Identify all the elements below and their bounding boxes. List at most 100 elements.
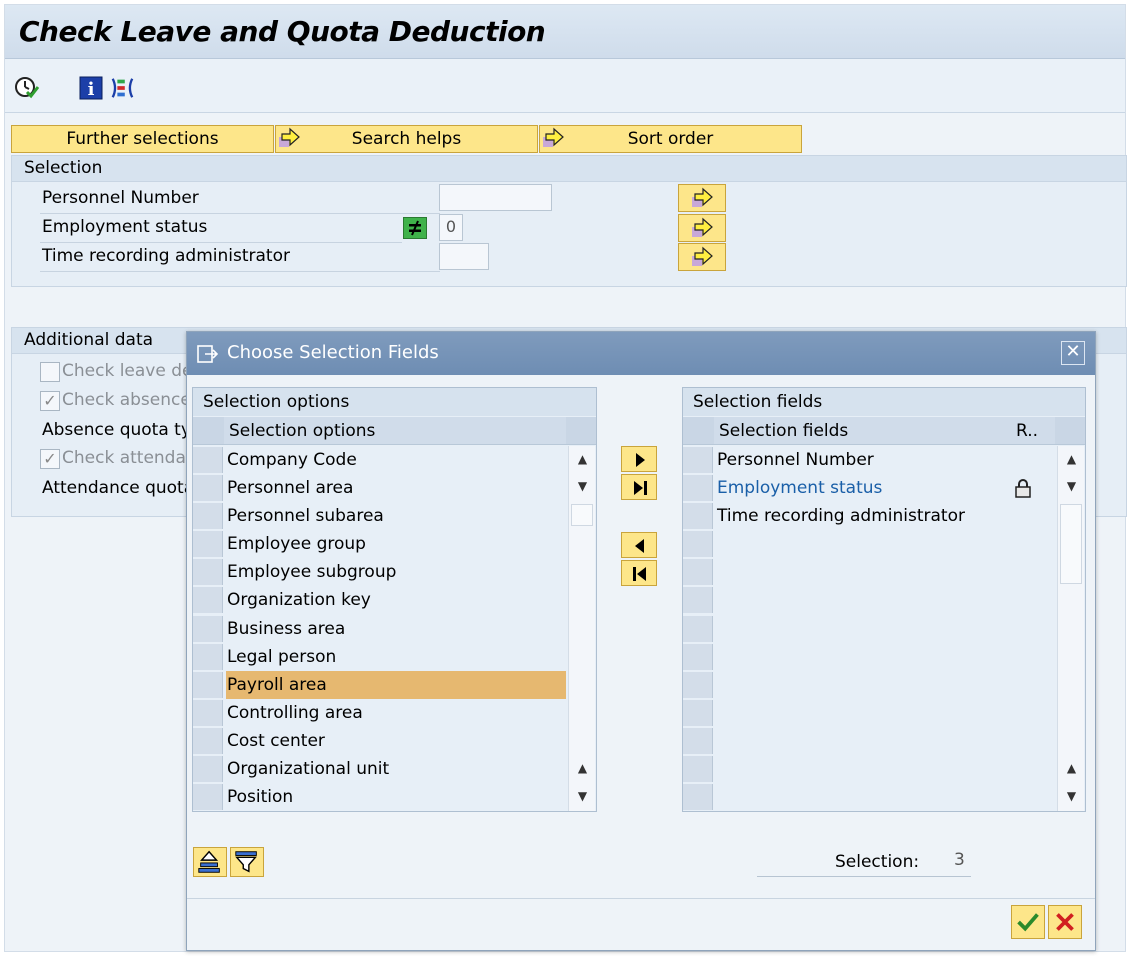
scroll-up-icon[interactable]: ▲ bbox=[1058, 446, 1085, 472]
selection-options-icon[interactable] bbox=[109, 75, 135, 101]
list-item-empty[interactable] bbox=[683, 699, 1055, 727]
list-item-empty[interactable] bbox=[683, 727, 1055, 755]
list-item[interactable]: Organization key bbox=[193, 586, 566, 614]
list-item[interactable]: Position bbox=[193, 783, 566, 811]
row-selector[interactable] bbox=[683, 699, 713, 726]
list-item-selected[interactable]: Payroll area bbox=[193, 670, 566, 699]
not-equal-icon[interactable] bbox=[403, 217, 427, 239]
row-selector[interactable] bbox=[193, 756, 223, 783]
list-item-empty[interactable] bbox=[683, 671, 1055, 699]
row-selector[interactable] bbox=[683, 587, 713, 614]
row-selector[interactable] bbox=[683, 475, 713, 502]
required-column-header[interactable]: R.. bbox=[1011, 417, 1055, 445]
row-selector[interactable] bbox=[683, 727, 713, 754]
row-selector[interactable] bbox=[193, 531, 223, 558]
time-recording-admin-multiple-button[interactable] bbox=[678, 243, 726, 271]
personnel-number-multiple-button[interactable] bbox=[678, 184, 726, 212]
scroll-page-down-icon[interactable]: ▼ bbox=[1058, 783, 1085, 809]
list-item[interactable]: Personnel subarea bbox=[193, 502, 566, 530]
scroll-page-down-icon[interactable]: ▼ bbox=[569, 783, 596, 809]
scroll-thumb[interactable] bbox=[1060, 504, 1082, 584]
personnel-number-input[interactable] bbox=[439, 184, 552, 211]
scroll-down-icon[interactable]: ▼ bbox=[569, 473, 596, 499]
list-item-empty[interactable] bbox=[683, 558, 1055, 586]
scroll-down-icon[interactable]: ▼ bbox=[1058, 473, 1085, 499]
further-selections-label: Further selections bbox=[66, 129, 219, 149]
selection-fields-column-header[interactable]: Selection fields bbox=[714, 417, 1011, 445]
check-absence-checkbox[interactable]: ✓ bbox=[40, 391, 60, 411]
list-item[interactable]: Organizational unit bbox=[193, 755, 566, 783]
add-field-button[interactable] bbox=[621, 446, 657, 472]
select-all-column[interactable] bbox=[683, 417, 714, 445]
row-selector[interactable] bbox=[193, 503, 223, 530]
time-recording-admin-input[interactable] bbox=[439, 243, 489, 270]
selection-options-panel-title: Selection options bbox=[193, 388, 596, 416]
row-selector[interactable] bbox=[683, 559, 713, 586]
row-selector[interactable] bbox=[683, 756, 713, 783]
row-selector[interactable] bbox=[193, 587, 223, 614]
list-item[interactable]: Employment status bbox=[683, 474, 1055, 502]
confirm-button[interactable] bbox=[1011, 905, 1045, 939]
row-selector[interactable] bbox=[193, 699, 223, 726]
list-item[interactable]: Personnel Number bbox=[683, 446, 1055, 474]
row-selector[interactable] bbox=[683, 671, 713, 698]
row-selector[interactable] bbox=[683, 503, 713, 530]
list-item-label-link[interactable]: Employment status bbox=[716, 474, 1055, 502]
row-selector[interactable] bbox=[193, 447, 223, 473]
list-item-empty[interactable] bbox=[683, 783, 1055, 811]
list-item[interactable]: Personnel area bbox=[193, 474, 566, 502]
check-attendance-checkbox[interactable]: ✓ bbox=[40, 449, 60, 469]
row-selector[interactable] bbox=[193, 559, 223, 586]
employment-status-multiple-button[interactable] bbox=[678, 214, 726, 242]
row-selector[interactable] bbox=[683, 447, 713, 473]
list-item[interactable]: Controlling area bbox=[193, 699, 566, 727]
scroll-page-up-icon[interactable]: ▲ bbox=[1058, 755, 1085, 781]
left-list-scrollbar[interactable]: ▲ ▼ ▲ ▼ bbox=[568, 446, 595, 811]
scroll-thumb[interactable] bbox=[571, 504, 593, 526]
list-item-empty[interactable] bbox=[683, 586, 1055, 614]
sort-order-button[interactable]: Sort order bbox=[539, 125, 802, 153]
list-item[interactable]: Cost center bbox=[193, 727, 566, 755]
row-selector[interactable] bbox=[193, 643, 223, 670]
info-icon[interactable]: i bbox=[79, 75, 105, 101]
scroll-page-up-icon[interactable]: ▲ bbox=[569, 755, 596, 781]
list-item[interactable]: Employee subgroup bbox=[193, 558, 566, 586]
list-item[interactable]: Company Code bbox=[193, 446, 566, 474]
check-leave-checkbox[interactable] bbox=[40, 362, 60, 382]
row-selector[interactable] bbox=[193, 475, 223, 502]
list-item-empty[interactable] bbox=[683, 615, 1055, 643]
list-item[interactable]: Legal person bbox=[193, 643, 566, 671]
list-item-empty[interactable] bbox=[683, 755, 1055, 783]
sort-ascending-button[interactable] bbox=[193, 847, 227, 877]
list-item[interactable]: Time recording administrator bbox=[683, 502, 1055, 530]
column-settings[interactable] bbox=[566, 417, 596, 445]
right-list-scrollbar[interactable]: ▲ ▼ ▲ ▼ bbox=[1057, 446, 1084, 811]
column-settings[interactable] bbox=[1055, 417, 1085, 445]
further-selections-button[interactable]: Further selections bbox=[11, 125, 274, 153]
row-selector[interactable] bbox=[683, 615, 713, 642]
select-all-column[interactable] bbox=[193, 417, 224, 445]
row-selector[interactable] bbox=[683, 531, 713, 558]
list-item-empty[interactable] bbox=[683, 530, 1055, 558]
scroll-up-icon[interactable]: ▲ bbox=[569, 446, 596, 472]
employment-status-input[interactable]: 0 bbox=[439, 214, 463, 241]
row-selector[interactable] bbox=[193, 727, 223, 754]
cancel-button[interactable] bbox=[1048, 905, 1082, 939]
row-selector[interactable] bbox=[193, 671, 223, 698]
add-all-fields-button[interactable] bbox=[621, 474, 657, 500]
search-helps-button[interactable]: Search helps bbox=[275, 125, 538, 153]
filter-button[interactable] bbox=[230, 847, 264, 877]
remove-all-fields-button[interactable] bbox=[621, 560, 657, 586]
dialog-title: Choose Selection Fields bbox=[227, 342, 439, 363]
list-item[interactable]: Employee group bbox=[193, 530, 566, 558]
row-selector[interactable] bbox=[193, 784, 223, 811]
row-selector[interactable] bbox=[193, 615, 223, 642]
list-item-empty[interactable] bbox=[683, 643, 1055, 671]
row-selector[interactable] bbox=[683, 784, 713, 811]
remove-field-button[interactable] bbox=[621, 532, 657, 558]
selection-options-column-header[interactable]: Selection options bbox=[224, 417, 566, 445]
execute-clock-icon[interactable] bbox=[13, 75, 39, 101]
list-item[interactable]: Business area bbox=[193, 615, 566, 643]
row-selector[interactable] bbox=[683, 643, 713, 670]
dialog-close-button[interactable]: ✕ bbox=[1061, 341, 1085, 365]
